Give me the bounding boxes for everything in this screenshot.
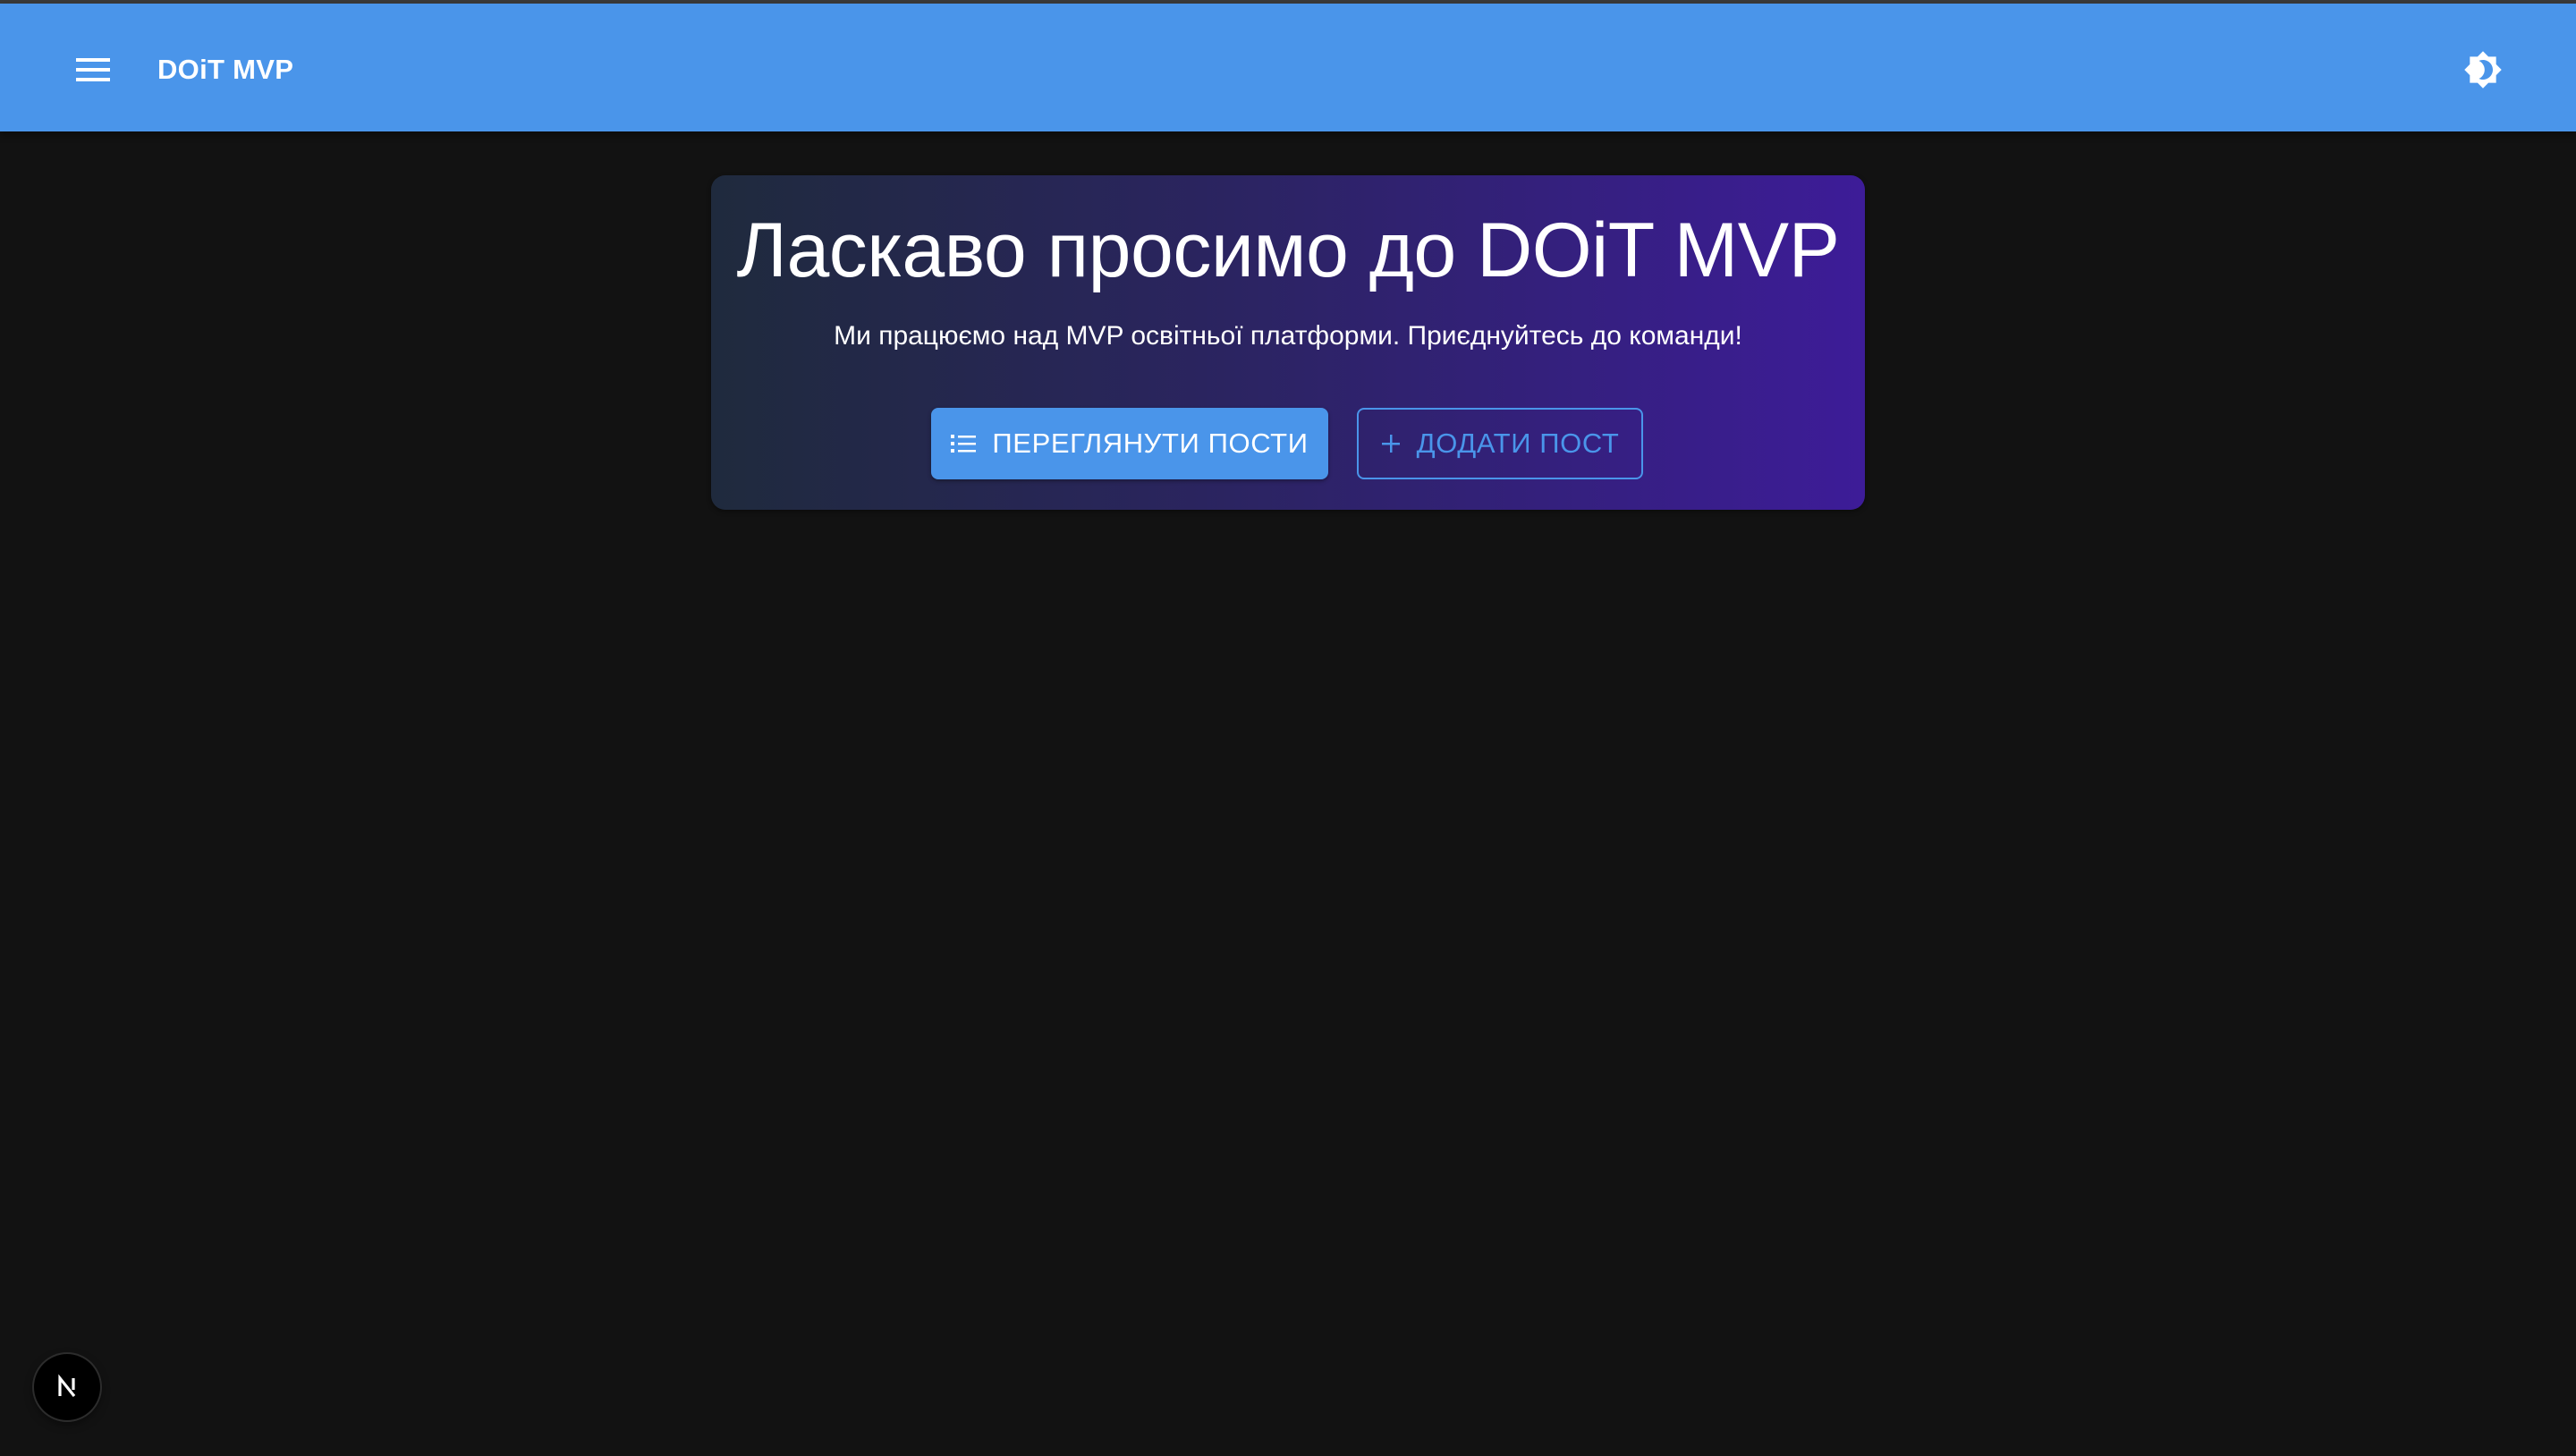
welcome-card: Ласкаво просимо до DOiT MVP Ми працюємо … xyxy=(711,175,1865,510)
theme-toggle-button[interactable] xyxy=(2458,45,2508,95)
brightness-icon xyxy=(2464,51,2502,89)
app-bar: DOiT MVP xyxy=(0,4,2576,131)
list-icon xyxy=(951,434,977,453)
add-post-label: ДОДАТИ ПОСТ xyxy=(1416,427,1620,459)
nextjs-dev-badge[interactable] xyxy=(34,1354,100,1420)
view-posts-label: ПЕРЕГЛЯНУТИ ПОСТИ xyxy=(992,427,1309,459)
app-title[interactable]: DOiT MVP xyxy=(157,50,293,89)
welcome-title: Ласкаво просимо до DOiT MVP xyxy=(736,207,1840,293)
welcome-subtitle: Ми працюємо над MVP освітньої платформи.… xyxy=(834,321,1742,351)
menu-icon xyxy=(76,58,110,81)
menu-button[interactable] xyxy=(70,47,116,93)
add-post-button[interactable]: ДОДАТИ ПОСТ xyxy=(1357,408,1643,479)
plus-icon xyxy=(1381,434,1401,453)
view-posts-button[interactable]: ПЕРЕГЛЯНУТИ ПОСТИ xyxy=(931,408,1328,479)
nextjs-icon xyxy=(58,1374,76,1397)
